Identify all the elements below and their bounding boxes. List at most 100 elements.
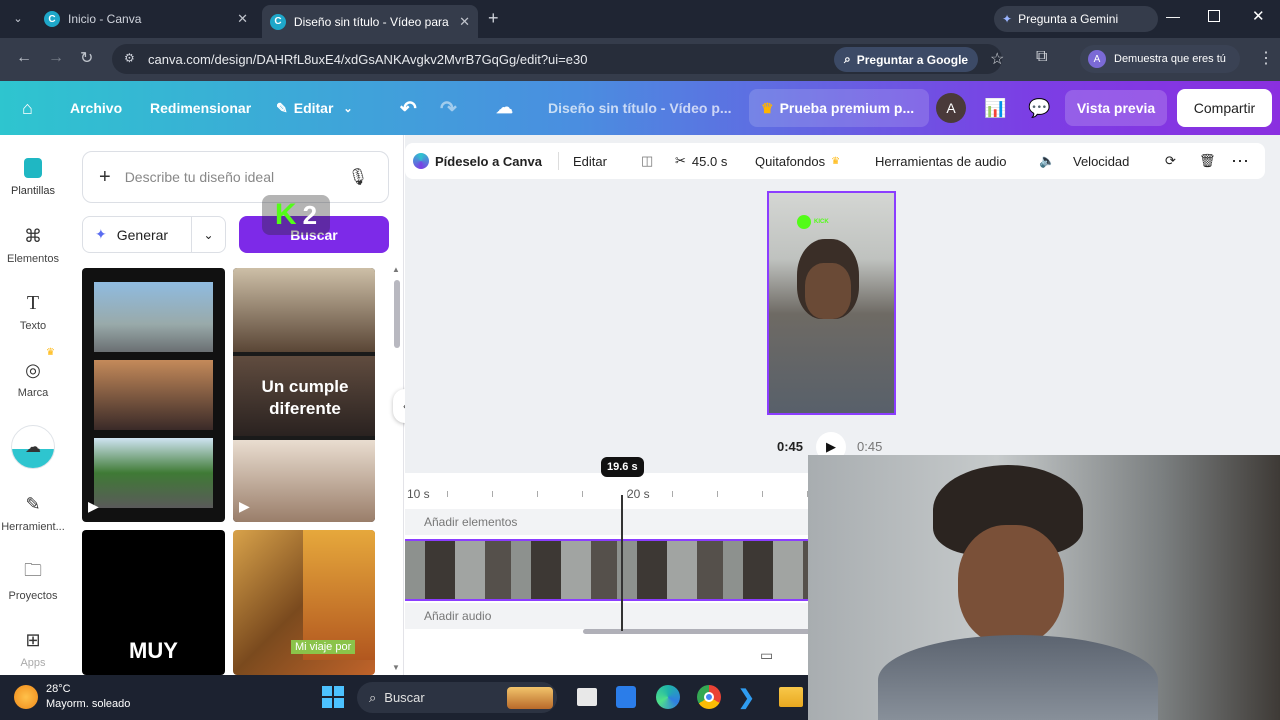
nav-elementos[interactable]: ⌘ Elementos bbox=[0, 225, 66, 266]
close-tab-icon[interactable]: ✕ bbox=[459, 14, 470, 30]
user-avatar[interactable]: A bbox=[936, 93, 966, 123]
ask-google-button[interactable]: ⌕ Preguntar a Google bbox=[834, 47, 979, 72]
comments-icon[interactable]: 💬 bbox=[1028, 81, 1050, 135]
volume-icon[interactable]: 🔈 bbox=[1039, 143, 1055, 179]
tab-list-button[interactable]: ⌄ bbox=[8, 9, 28, 29]
crown-icon: ♛ bbox=[46, 347, 55, 358]
thumb-caption: Mi viaje por bbox=[291, 640, 356, 654]
microphone-icon[interactable]: 🎙 bbox=[348, 167, 368, 187]
design-title[interactable]: Diseño sin título - Vídeo p... bbox=[548, 81, 732, 135]
menu-archivo[interactable]: Archivo bbox=[70, 81, 122, 135]
pencil-icon: ✎ bbox=[276, 99, 288, 116]
chevron-down-icon[interactable]: ⌄ bbox=[191, 216, 225, 253]
ask-canva-button[interactable]: Pídeselo a Canva bbox=[413, 143, 542, 179]
edge-icon[interactable] bbox=[656, 685, 680, 709]
nav-apps[interactable]: ⊞ Apps bbox=[0, 629, 66, 670]
edit-button[interactable]: Editar bbox=[573, 143, 607, 179]
share-button[interactable]: Compartir bbox=[1177, 89, 1272, 127]
template-thumb-viaje[interactable]: Mi viaje por bbox=[233, 530, 375, 675]
nav-uploads[interactable]: ☁ bbox=[0, 425, 66, 469]
add-elements-track[interactable]: Añadir elementos bbox=[405, 509, 809, 535]
kick-overlay-badge: K 2 bbox=[262, 195, 330, 235]
playhead-line[interactable] bbox=[621, 495, 623, 631]
kick-logo-icon: K bbox=[274, 198, 297, 231]
grid-view-icon[interactable]: ▭ bbox=[760, 647, 773, 664]
flip-icon[interactable]: ◫ bbox=[641, 143, 653, 179]
menu-redimensionar[interactable]: Redimensionar bbox=[150, 81, 251, 135]
scroll-down-icon[interactable]: ▼ bbox=[392, 663, 400, 672]
generate-button[interactable]: ✦ Generar ⌄ bbox=[82, 216, 226, 253]
bookmark-star-icon[interactable]: ☆ bbox=[990, 49, 1004, 69]
nav-label: Proyectos bbox=[8, 590, 58, 602]
browser-menu-icon[interactable]: ⋮ bbox=[1258, 48, 1274, 68]
back-icon[interactable]: ← bbox=[16, 49, 32, 67]
minimize-icon[interactable]: — bbox=[1166, 8, 1180, 24]
nav-texto[interactable]: T Texto bbox=[0, 291, 66, 333]
preview-button[interactable]: Vista previa bbox=[1065, 90, 1167, 126]
cloud-saved-icon[interactable]: ☁ bbox=[496, 81, 513, 135]
template-thumb-travel[interactable]: ▶ bbox=[82, 268, 225, 522]
text-icon: T bbox=[26, 291, 40, 314]
video-canvas[interactable]: KICK bbox=[767, 191, 896, 415]
delete-icon[interactable]: 🗑 bbox=[1199, 143, 1216, 179]
panel-scrollbar[interactable] bbox=[394, 280, 400, 348]
templates-panel: + Describe tu diseño ideal 🎙 ✦ Generar ⌄… bbox=[66, 135, 404, 675]
person-face bbox=[805, 263, 851, 319]
speed-button[interactable]: Velocidad bbox=[1073, 143, 1129, 179]
taskbar-search[interactable]: ⌕ Buscar bbox=[357, 682, 557, 713]
tab-inicio[interactable]: C Inicio - Canva ✕ bbox=[36, 4, 256, 34]
home-icon[interactable]: ⌂ bbox=[22, 81, 33, 135]
plus-icon[interactable]: + bbox=[99, 166, 111, 189]
design-prompt-box[interactable]: + Describe tu diseño ideal 🎙 bbox=[82, 151, 389, 203]
nav-marca[interactable]: ◎ Marca ♛ bbox=[0, 347, 66, 399]
start-button[interactable] bbox=[322, 686, 344, 708]
ask-google-label: Preguntar a Google bbox=[856, 52, 969, 67]
loop-icon[interactable]: ⟳ bbox=[1165, 143, 1176, 179]
play-icon: ▶ bbox=[88, 498, 99, 514]
nav-proyectos[interactable]: 🗀 Proyectos bbox=[0, 560, 66, 602]
close-tab-icon[interactable]: ✕ bbox=[237, 11, 248, 27]
reload-icon[interactable]: ↻ bbox=[80, 48, 93, 68]
video-track[interactable] bbox=[405, 539, 809, 601]
scroll-up-icon[interactable]: ▲ bbox=[392, 265, 400, 274]
timeline-scrollbar[interactable] bbox=[583, 629, 813, 634]
chrome-icon[interactable] bbox=[697, 685, 721, 709]
tab-design[interactable]: C Diseño sin título - Vídeo para m ✕ bbox=[262, 5, 478, 38]
generate-label: Generar bbox=[116, 226, 169, 243]
maximize-icon[interactable] bbox=[1208, 10, 1220, 22]
template-thumb-muy[interactable]: MUY bbox=[82, 530, 225, 675]
menu-editar[interactable]: ✎ Editar ⌄ bbox=[276, 81, 353, 135]
bg-remover-button[interactable]: Quitafondos ♛ bbox=[755, 143, 840, 179]
thumb-frame bbox=[94, 360, 213, 430]
thumb-frame bbox=[94, 282, 213, 352]
nav-herramientas[interactable]: ✎ Herramient... bbox=[0, 493, 66, 534]
store-icon[interactable] bbox=[616, 686, 636, 708]
vscode-icon[interactable]: ❯ bbox=[738, 685, 760, 709]
insights-icon[interactable]: 📊 bbox=[984, 81, 1006, 135]
undo-icon[interactable]: ↶ bbox=[400, 81, 417, 135]
file-explorer-icon[interactable] bbox=[779, 687, 803, 707]
template-thumb-cumple[interactable]: Un cumple diferente ▶ bbox=[233, 268, 375, 522]
forward-icon[interactable]: → bbox=[48, 49, 64, 67]
gemini-button[interactable]: ✦ Pregunta a Gemini bbox=[994, 6, 1158, 32]
audio-tools-button[interactable]: Herramientas de audio bbox=[875, 143, 1007, 179]
nav-plantillas[interactable]: Plantillas bbox=[0, 157, 66, 197]
profile-avatar: A bbox=[1088, 50, 1106, 68]
redo-icon[interactable]: ↷ bbox=[440, 81, 457, 135]
premium-trial-button[interactable]: ♛ Prueba premium p... bbox=[749, 89, 929, 127]
extensions-icon[interactable]: ⧉ bbox=[1036, 48, 1047, 66]
task-view-icon[interactable] bbox=[577, 688, 597, 706]
overlay-count: 2 bbox=[302, 199, 318, 230]
nav-label: Apps bbox=[20, 657, 46, 669]
new-tab-button[interactable]: + bbox=[488, 8, 499, 29]
profile-chip[interactable]: A Demuestra que eres tú bbox=[1080, 45, 1240, 73]
site-info-icon[interactable]: ⚙ bbox=[124, 51, 135, 65]
brand-icon: ◎ bbox=[25, 359, 41, 380]
add-audio-track[interactable]: Añadir audio bbox=[405, 603, 809, 629]
trim-button[interactable]: ✂ 45.0 s bbox=[675, 143, 727, 179]
weather-widget[interactable]: 28°C Mayorm. soleado bbox=[14, 682, 130, 712]
more-options-icon[interactable]: ⋯ bbox=[1231, 143, 1249, 179]
close-window-icon[interactable]: ✕ bbox=[1252, 7, 1265, 25]
canva-favicon-icon: C bbox=[44, 11, 60, 27]
weather-desc: Mayorm. soleado bbox=[46, 698, 131, 710]
